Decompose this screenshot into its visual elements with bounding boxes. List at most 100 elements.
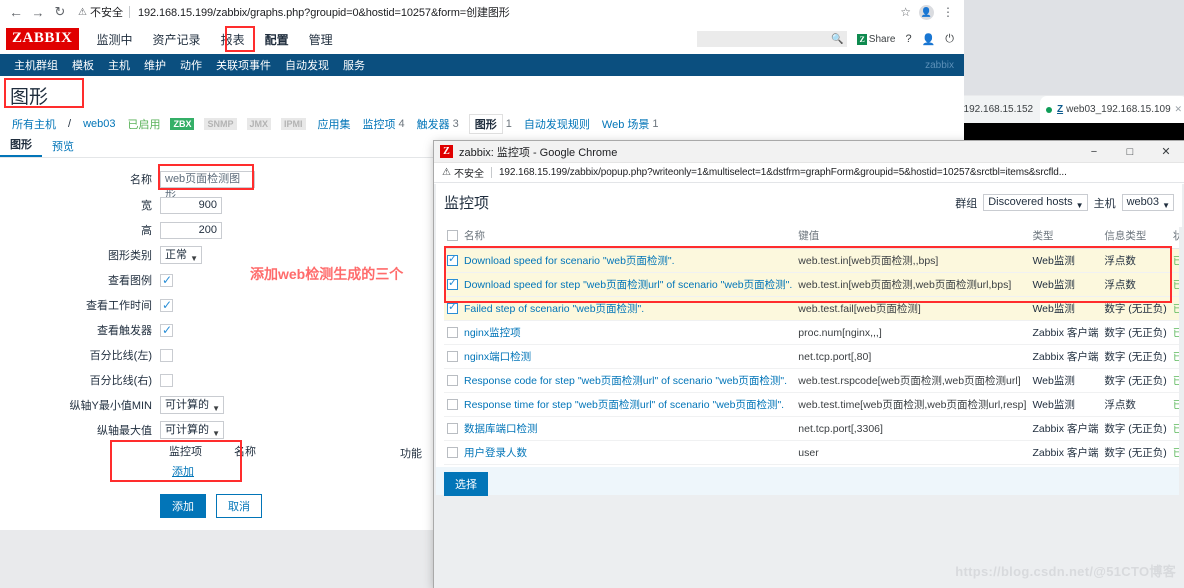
row-name[interactable]: nginx端口检测 <box>461 344 796 369</box>
menu-item-administration[interactable]: 管理 <box>309 31 333 48</box>
tab-graph[interactable]: 图形 <box>0 134 42 157</box>
col-header-type[interactable]: 类型 <box>1029 224 1102 249</box>
nav-items[interactable]: 监控项 <box>363 116 396 132</box>
row-name[interactable]: Response time for step "web页面检测url" of s… <box>461 392 796 417</box>
menu-item-reports[interactable]: 报表 <box>221 31 245 48</box>
subnav-maintenance[interactable]: 维护 <box>144 57 166 73</box>
row-name[interactable]: 用户登录人数 <box>461 440 796 465</box>
status-badge-enabled[interactable]: 已启用 <box>127 116 160 132</box>
bookmark-star-icon[interactable]: ☆ <box>900 5 911 19</box>
host-select[interactable]: web03 ▼ <box>1121 194 1174 211</box>
table-row[interactable]: Failed step of scenario "web页面检测". web.t… <box>444 296 1184 321</box>
background-tab-2-label: web03_192.168.15.109 <box>1066 104 1171 115</box>
row-name[interactable]: Download speed for scenario "web页面检测". <box>461 248 796 273</box>
percentile-left-checkbox[interactable] <box>160 348 173 362</box>
zabbix-logo[interactable]: ZABBIX <box>6 28 79 50</box>
group-select[interactable]: Discovered hosts ▼ <box>983 194 1088 211</box>
percentile-right-checkbox[interactable] <box>160 373 173 387</box>
row-checkbox[interactable] <box>447 351 458 363</box>
cancel-button[interactable]: 取消 <box>216 494 262 518</box>
show-working-time-checkbox[interactable] <box>160 298 173 312</box>
nav-graphs-selected[interactable]: 图形 <box>468 114 503 134</box>
col-header-info-type[interactable]: 信息类型 <box>1101 224 1170 249</box>
subnav-actions[interactable]: 动作 <box>180 57 202 73</box>
background-tab-2[interactable]: Z web03_192.168.15.109 ✕ <box>1040 96 1184 123</box>
back-arrow-icon[interactable]: ← <box>6 4 26 20</box>
table-row[interactable]: 数据库端口检测 net.tcp.port[,3306] Zabbix 客户端 数… <box>444 416 1184 441</box>
col-header-name[interactable]: 名称 <box>461 224 796 249</box>
help-question-icon[interactable]: ? <box>905 33 911 45</box>
table-row[interactable]: Response code for step "web页面检测url" of s… <box>444 368 1184 393</box>
breadcrumb-all-hosts[interactable]: 所有主机 <box>12 116 56 132</box>
row-key: net.tcp.port[,80] <box>795 344 1030 369</box>
table-row[interactable]: 用户登录人数 user Zabbix 客户端 数字 (无正负) 已启用 <box>444 440 1184 465</box>
table-row[interactable]: nginx端口检测 net.tcp.port[,80] Zabbix 客户端 数… <box>444 344 1184 369</box>
row-checkbox[interactable] <box>447 300 458 315</box>
nav-web-scenarios[interactable]: Web 场景 <box>602 116 649 132</box>
row-checkbox[interactable] <box>447 327 458 339</box>
tab-preview[interactable]: 预览 <box>42 136 84 157</box>
row-checkbox-cell <box>444 344 461 369</box>
maximize-icon[interactable]: □ <box>1112 146 1148 158</box>
subnav-templates[interactable]: 模板 <box>72 57 94 73</box>
ymin-select[interactable]: 可计算的 ▼ <box>160 396 224 414</box>
menu-item-inventory[interactable]: 资产记录 <box>153 31 201 48</box>
nav-applications[interactable]: 应用集 <box>318 116 351 132</box>
row-name[interactable]: Failed step of scenario "web页面检测". <box>461 296 796 321</box>
row-name[interactable]: 数据库端口检测 <box>461 416 796 441</box>
graph-type-select[interactable]: 正常 ▼ <box>160 246 202 264</box>
submit-button[interactable]: 添加 <box>160 494 206 518</box>
search-input[interactable]: 🔍 <box>697 31 848 47</box>
subnav-discovery[interactable]: 自动发现 <box>285 57 329 73</box>
breadcrumb-host-web03[interactable]: web03 <box>83 118 115 130</box>
col-header-key[interactable]: 键值 <box>795 224 1030 249</box>
row-name[interactable]: Download speed for step "web页面检测url" of … <box>461 272 796 297</box>
menu-item-configuration[interactable]: 配置 <box>265 31 289 48</box>
row-name[interactable]: nginx监控项 <box>461 320 796 345</box>
row-checkbox[interactable] <box>447 276 458 291</box>
subnav-services[interactable]: 服务 <box>343 57 365 73</box>
nav-triggers[interactable]: 触发器 <box>417 116 450 132</box>
address-bar[interactable]: ⚠ 不安全 192.168.15.199/zabbix/graphs.php?g… <box>78 3 900 21</box>
share-button[interactable]: Z Share <box>857 33 895 45</box>
add-item-link[interactable]: 添加 <box>172 463 194 479</box>
close-icon[interactable]: ✕ <box>1174 104 1182 115</box>
menu-item-monitoring[interactable]: 监测中 <box>97 31 133 48</box>
annotation-text: 添加web检测生成的三个 <box>250 266 404 282</box>
nav-discovery-rules[interactable]: 自动发现规则 <box>524 116 590 132</box>
power-logout-icon[interactable]: ⏻ <box>945 33 954 46</box>
reload-icon[interactable]: ↻ <box>50 4 70 20</box>
graph-width-input[interactable]: 900 <box>160 196 222 214</box>
graph-name-input[interactable]: web页面检测图形 <box>160 170 255 200</box>
user-profile-icon[interactable]: 👤 <box>922 33 936 46</box>
row-checkbox[interactable] <box>447 423 458 435</box>
table-row[interactable]: Download speed for scenario "web页面检测". w… <box>444 248 1184 273</box>
select-button[interactable]: 选择 <box>444 472 488 496</box>
row-checkbox[interactable] <box>447 252 458 267</box>
three-dot-menu-icon[interactable]: ⋮ <box>942 5 954 19</box>
table-row[interactable]: Response time for step "web页面检测url" of s… <box>444 392 1184 417</box>
popup-address-bar[interactable]: ⚠ 不安全 192.168.15.199/zabbix/popup.php?wr… <box>434 163 1184 183</box>
show-triggers-checkbox[interactable] <box>160 323 173 337</box>
forward-arrow-icon[interactable]: → <box>28 5 48 20</box>
subnav-correlation[interactable]: 关联项事件 <box>216 57 271 73</box>
close-icon[interactable]: ✕ <box>1148 145 1184 158</box>
graph-height-input[interactable]: 200 <box>160 221 222 239</box>
row-checkbox[interactable] <box>447 447 458 459</box>
row-checkbox[interactable] <box>447 375 458 387</box>
subnav-host-groups[interactable]: 主机群组 <box>14 57 58 73</box>
subnav-hosts[interactable]: 主机 <box>108 57 130 73</box>
show-legend-checkbox[interactable] <box>160 273 173 287</box>
row-checkbox[interactable] <box>447 399 458 411</box>
row-name[interactable]: Response code for step "web页面检测url" of s… <box>461 368 796 393</box>
table-row[interactable]: Download speed for step "web页面检测url" of … <box>444 272 1184 297</box>
ymax-select[interactable]: 可计算的 ▼ <box>160 421 224 439</box>
row-type: Web监测 <box>1029 392 1102 417</box>
popup-scrollbar[interactable] <box>1179 227 1184 588</box>
profile-avatar-icon[interactable]: 👤 <box>919 4 934 20</box>
minimize-icon[interactable]: − <box>1076 146 1112 158</box>
row-type: Web监测 <box>1029 296 1102 321</box>
select-all-checkbox[interactable] <box>447 230 458 242</box>
table-row[interactable]: nginx监控项 proc.num[nginx,,,] Zabbix 客户端 数… <box>444 320 1184 345</box>
warning-triangle-icon: ⚠ <box>78 6 87 18</box>
